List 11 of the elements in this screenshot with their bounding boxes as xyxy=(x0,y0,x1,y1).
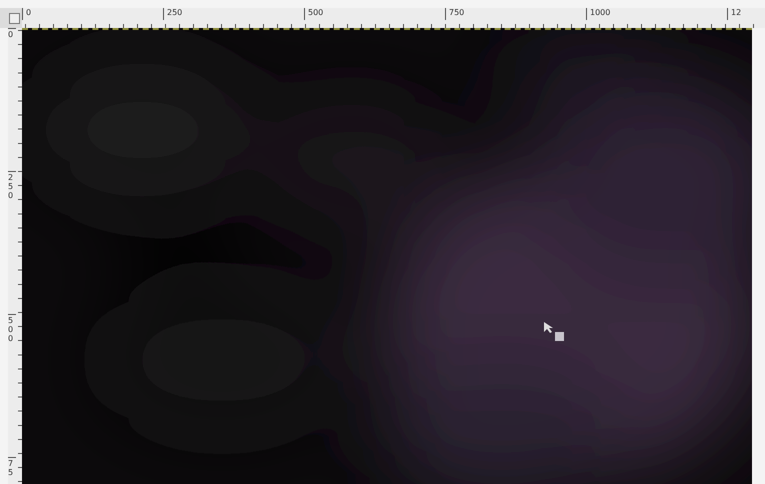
ruler-label: 0 xyxy=(26,8,32,19)
ruler-label: 500 xyxy=(8,317,14,344)
ruler-label: 0 xyxy=(8,31,14,40)
ruler-label: 500 xyxy=(308,8,324,19)
ruler-label: 250 xyxy=(8,174,14,200)
ruler-label: 250 xyxy=(167,8,182,19)
ruler-label: 750 xyxy=(449,8,464,19)
ruler-label: 12 xyxy=(731,8,742,19)
ruler-corner-button[interactable] xyxy=(8,12,20,24)
ruler-label: 75 xyxy=(8,460,14,478)
ruler-label: 1000 xyxy=(590,8,610,19)
